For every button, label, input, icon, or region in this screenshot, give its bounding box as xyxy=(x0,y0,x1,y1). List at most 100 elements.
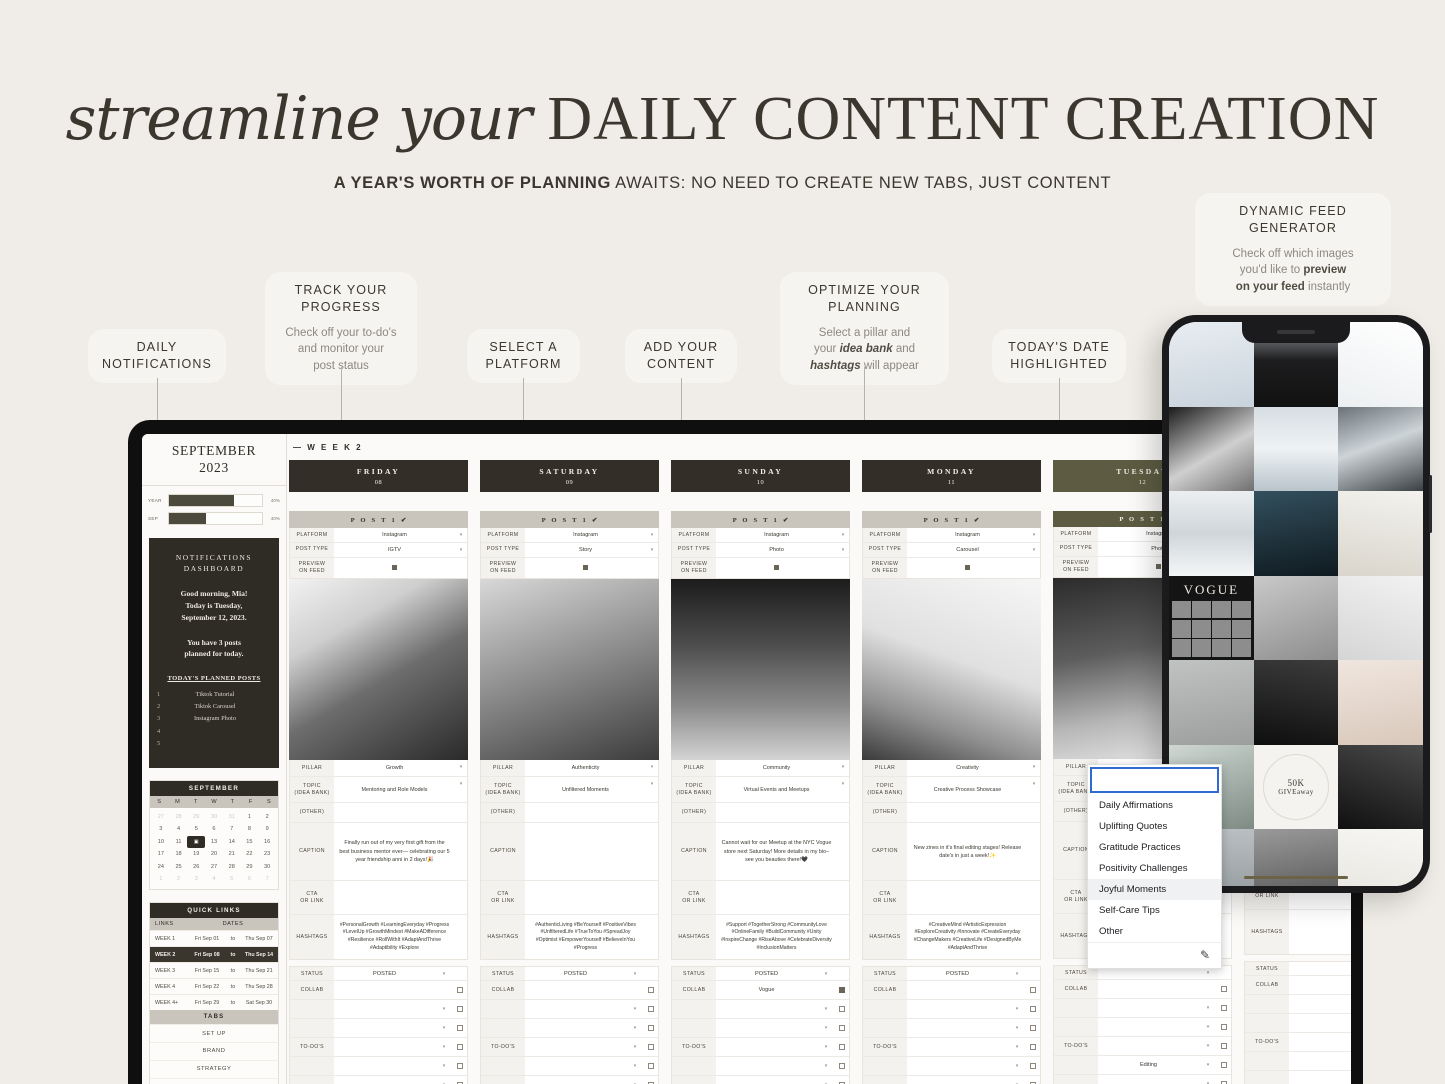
value-hashtags[interactable]: #CreativeMind #ArtisticExpression #Explo… xyxy=(907,915,1028,959)
sidebar-tab-set-up[interactable]: SET UP xyxy=(150,1024,278,1042)
row-checkbox[interactable] xyxy=(1217,999,1231,1017)
preview-on-feed-checkbox[interactable] xyxy=(716,562,837,574)
value-hashtags[interactable] xyxy=(1289,910,1351,954)
value-platform[interactable]: Instagram xyxy=(334,529,455,541)
row-checkbox[interactable] xyxy=(453,1019,467,1037)
value-cta[interactable] xyxy=(334,881,455,914)
dropdown-items[interactable]: Daily Affirmations Uplifting Quotes Gratit… xyxy=(1088,795,1221,942)
value-hashtags[interactable]: #PersonalGrowth #LearningEveryday #Progr… xyxy=(334,915,455,959)
chevron-down-icon[interactable]: ▾ xyxy=(817,1063,835,1069)
feed-tile[interactable] xyxy=(1169,660,1254,745)
row-checkbox[interactable] xyxy=(1217,1037,1231,1055)
value-hashtags[interactable]: #AuthenticLiving #BeYourself #PositiveVi… xyxy=(525,915,646,959)
checkbox[interactable] xyxy=(582,564,589,571)
calendar-day[interactable]: 21 xyxy=(223,848,241,860)
value-pillar[interactable]: Growth xyxy=(334,760,455,776)
value-todo[interactable] xyxy=(1289,1020,1351,1026)
chevron-down-icon[interactable]: ▾ xyxy=(817,971,835,977)
chevron-down-icon[interactable]: ▾ xyxy=(646,777,658,802)
value-todo[interactable] xyxy=(907,1025,1008,1031)
value-todo[interactable] xyxy=(334,1063,435,1069)
calendar-day[interactable]: 29 xyxy=(241,860,259,872)
value-todo[interactable] xyxy=(716,1025,817,1031)
calendar-day[interactable]: 14 xyxy=(223,836,241,848)
row-checkbox[interactable] xyxy=(1217,1056,1231,1074)
sidebar-tab-strategy[interactable]: STRATEGY xyxy=(150,1059,278,1078)
dropdown-item[interactable]: Uplifting Quotes xyxy=(1088,816,1221,837)
chevron-down-icon[interactable]: ▾ xyxy=(1028,547,1040,553)
chevron-down-icon[interactable]: ▾ xyxy=(626,1006,644,1012)
row-checkbox[interactable] xyxy=(835,1000,849,1018)
row-checkbox[interactable] xyxy=(1217,1018,1231,1036)
feed-tile[interactable] xyxy=(1253,406,1339,491)
value-todo[interactable] xyxy=(1289,1077,1351,1083)
calendar-day[interactable]: 16 xyxy=(258,836,276,848)
feed-tile[interactable] xyxy=(1338,575,1423,660)
value-status[interactable]: POSTED xyxy=(525,968,626,980)
chevron-down-icon[interactable]: ▾ xyxy=(1199,1024,1217,1030)
chevron-down-icon[interactable]: ▾ xyxy=(817,1006,835,1012)
dropdown-item[interactable]: Joyful Moments xyxy=(1088,879,1221,900)
feed-tile[interactable]: 50K GIVEaway xyxy=(1253,744,1339,829)
chevron-down-icon[interactable]: ▾ xyxy=(817,1044,835,1050)
post-image[interactable] xyxy=(671,579,850,760)
row-checkbox[interactable] xyxy=(644,1076,658,1084)
calendar-day[interactable]: 28 xyxy=(223,860,241,872)
calendar-day[interactable]: 30 xyxy=(258,860,276,872)
value-status[interactable]: POSTED xyxy=(334,968,435,980)
calendar-day[interactable]: 4 xyxy=(170,823,188,835)
calendar-day[interactable]: 3 xyxy=(152,823,170,835)
value-todo[interactable] xyxy=(907,1044,1008,1050)
row-checkbox[interactable] xyxy=(1026,1076,1040,1084)
value-cta[interactable] xyxy=(907,881,1028,914)
value-status[interactable] xyxy=(1098,970,1199,976)
calendar-day[interactable]: 1 xyxy=(152,873,170,885)
feed-tile[interactable] xyxy=(1169,322,1254,407)
quick-link-row[interactable]: WEEK 2 Fri Sep 08 to Thu Sep 14 xyxy=(150,946,278,963)
value-collab[interactable] xyxy=(1098,986,1199,992)
value-status[interactable] xyxy=(1289,966,1351,972)
value-todo[interactable] xyxy=(907,1006,1008,1012)
calendar-day[interactable]: 26 xyxy=(187,860,205,872)
chevron-down-icon[interactable]: ▾ xyxy=(455,547,467,553)
chevron-down-icon[interactable]: ▾ xyxy=(435,1044,453,1050)
calendar-day[interactable]: 29 xyxy=(187,811,205,823)
value-post-type[interactable]: IGTV xyxy=(334,544,455,556)
calendar-day-today[interactable]: ▣ xyxy=(187,835,206,849)
calendar-day[interactable]: 10 xyxy=(152,836,170,848)
value-post-type[interactable]: Carousel xyxy=(907,544,1028,556)
chevron-down-icon[interactable]: ▾ xyxy=(455,760,467,776)
value-todo[interactable]: Editing xyxy=(1098,1059,1199,1071)
chevron-down-icon[interactable]: ▾ xyxy=(626,1044,644,1050)
quick-link-row[interactable]: WEEK 4 Fri Sep 22 to Thu Sep 28 xyxy=(150,978,278,995)
chevron-down-icon[interactable]: ▾ xyxy=(837,532,849,538)
checkbox[interactable] xyxy=(391,564,398,571)
value-topic[interactable]: Creative Process Showcase xyxy=(907,777,1028,802)
calendar-day[interactable]: 17 xyxy=(152,848,170,860)
row-checkbox[interactable] xyxy=(1026,981,1040,999)
dropdown-item[interactable]: Self-Care Tips xyxy=(1088,900,1221,921)
value-todo[interactable] xyxy=(907,1063,1008,1069)
value-topic[interactable]: Virtual Events and Meetups xyxy=(716,777,837,802)
calendar-day[interactable]: 19 xyxy=(187,848,205,860)
calendar-day[interactable]: 18 xyxy=(170,848,188,860)
calendar-day[interactable]: 27 xyxy=(205,860,223,872)
chevron-down-icon[interactable]: ▾ xyxy=(1199,1062,1217,1068)
value-todo[interactable] xyxy=(525,1025,626,1031)
dropdown-item[interactable]: Gratitude Practices xyxy=(1088,837,1221,858)
quick-link-row[interactable]: WEEK 4+ Fri Sep 29 to Sat Sep 30 xyxy=(150,994,278,1011)
calendar-day[interactable]: 23 xyxy=(258,848,276,860)
row-checkbox[interactable] xyxy=(835,1019,849,1037)
row-checkbox[interactable] xyxy=(453,1038,467,1056)
chevron-down-icon[interactable]: ▾ xyxy=(455,532,467,538)
chevron-down-icon[interactable]: ▾ xyxy=(1199,1043,1217,1049)
calendar-day[interactable]: 5 xyxy=(223,873,241,885)
row-checkbox[interactable] xyxy=(1026,1057,1040,1075)
checkbox[interactable] xyxy=(1155,563,1162,570)
chevron-down-icon[interactable]: ▾ xyxy=(1028,532,1040,538)
row-checkbox[interactable] xyxy=(644,1038,658,1056)
feed-tile[interactable] xyxy=(1338,829,1423,886)
chevron-down-icon[interactable]: ▾ xyxy=(1199,970,1217,976)
row-checkbox[interactable] xyxy=(835,1076,849,1084)
feed-tile[interactable] xyxy=(1253,660,1339,745)
